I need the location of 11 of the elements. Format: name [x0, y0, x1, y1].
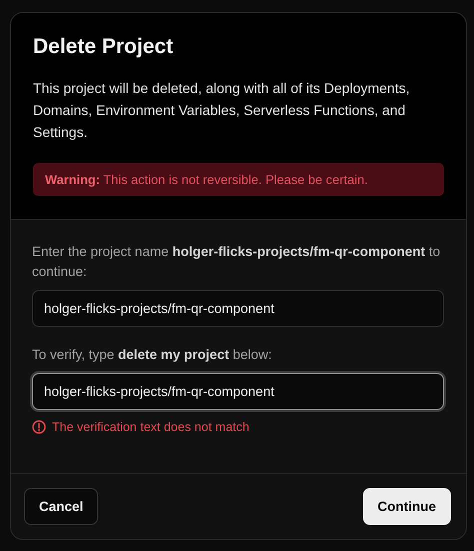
- description-text: This project will be deleted, along with all of its Deployments, Domains, Environment Variables, Serverless Functions, and Settings.: [33, 79, 411, 142]
- dialog-title: Delete Project: [33, 35, 174, 59]
- field-label: Enter the project name holger-flicks-projects/fm-qr-component to continue:: [32, 243, 442, 281]
- error-icon: [32, 420, 46, 434]
- field-label: To verify, type delete my project below:: [32, 346, 273, 364]
- text-field[interactable]: holger-flicks-projects/fm-qr-component: [32, 290, 444, 327]
- error-message: The verification text does not match: [52, 420, 250, 434]
- text-field[interactable]: holger-flicks-projects/fm-qr-component: [32, 373, 444, 410]
- cancel-button[interactable]: Cancel: [24, 488, 98, 525]
- warning-banner: Warning: This action is not reversible. Please be certain.: [33, 163, 444, 196]
- continue-button[interactable]: Continue: [362, 488, 451, 525]
